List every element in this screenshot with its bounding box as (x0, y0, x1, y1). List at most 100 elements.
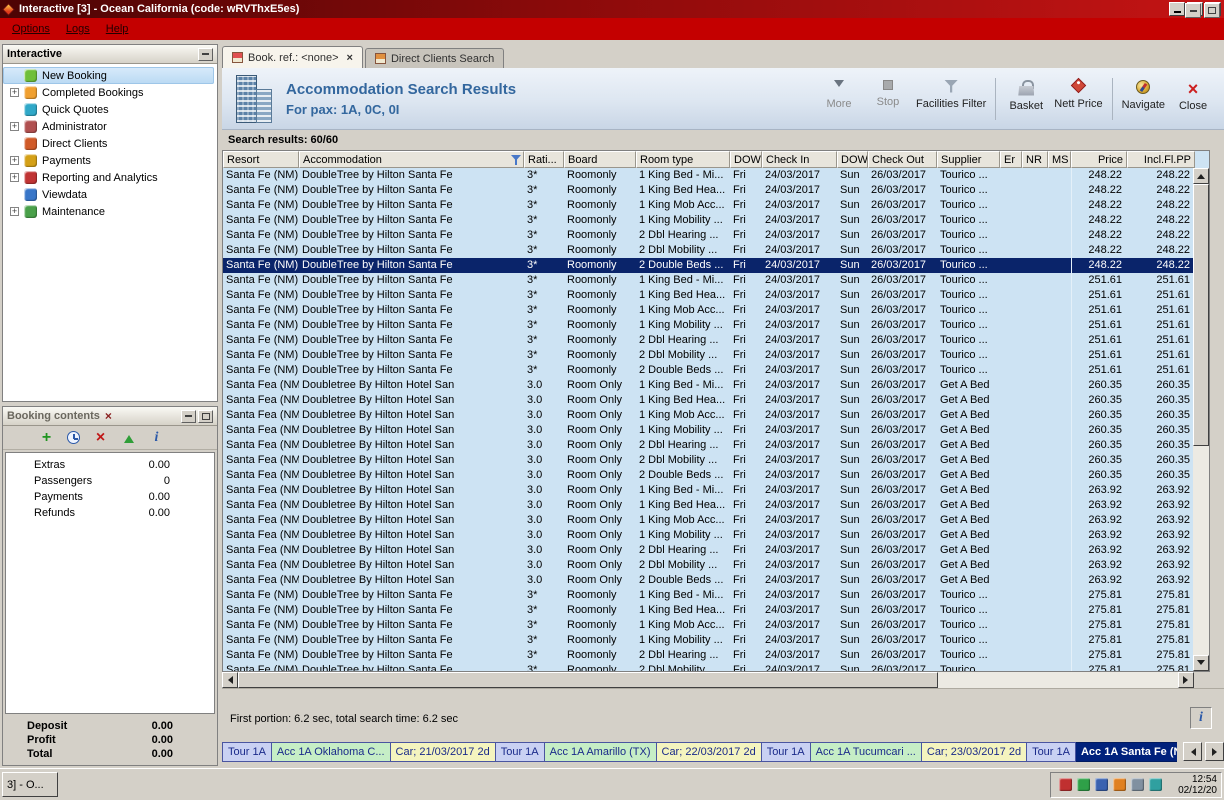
column-header-ms[interactable]: MS (1048, 151, 1071, 168)
column-header-supplier[interactable]: Supplier (937, 151, 1000, 168)
table-row[interactable]: Santa Fe (NM) DoubleTree by Hilton Santa … (223, 303, 1195, 318)
tray-orange-icon[interactable] (1113, 778, 1126, 791)
column-header-room-type[interactable]: Room type (636, 151, 730, 168)
journey-tab-tour-1a[interactable]: Tour 1A (222, 742, 272, 762)
tab-area-minimize-button[interactable] (1185, 3, 1201, 18)
menu-item-help[interactable]: Help (98, 20, 137, 38)
journey-tab-car-22-03-2017-2d[interactable]: Car; 22/03/2017 2d (656, 742, 762, 762)
journey-tab-acc-1a-tucumcari[interactable]: Acc 1A Tucumcari ... (810, 742, 922, 762)
journey-tab-acc-1a-amarillo-tx[interactable]: Acc 1A Amarillo (TX) (544, 742, 657, 762)
column-header-board[interactable]: Board (564, 151, 636, 168)
tray-green-icon[interactable] (1077, 778, 1090, 791)
table-row[interactable]: Santa Fe (NM) DoubleTree by Hilton Santa … (223, 618, 1195, 633)
booking-row-refunds[interactable]: Refunds 0.00 (6, 505, 214, 521)
table-row[interactable]: Santa Fea (NM) Doubletree By Hilton Hotel… (223, 468, 1195, 483)
table-row[interactable]: Santa Fea (NM) Doubletree By Hilton Hotel… (223, 543, 1195, 558)
tray-chart-icon[interactable] (1059, 778, 1072, 791)
add-icon[interactable] (39, 430, 54, 445)
transfer-icon[interactable] (121, 430, 136, 445)
table-row[interactable]: Santa Fe (NM) DoubleTree by Hilton Santa … (223, 348, 1195, 363)
delete-icon[interactable] (93, 430, 108, 445)
filter-funnel-icon[interactable] (511, 155, 521, 165)
table-row[interactable]: Santa Fe (NM) DoubleTree by Hilton Santa … (223, 168, 1195, 183)
column-header-accommodation[interactable]: Accommodation (299, 151, 524, 168)
booking-panel-minimize-button[interactable] (181, 409, 196, 423)
sidebar-item-quick-quotes[interactable]: Quick Quotes (3, 101, 214, 118)
table-row[interactable]: Santa Fea (NM) Doubletree By Hilton Hotel… (223, 573, 1195, 588)
tab-direct-clients-search[interactable]: Direct Clients Search (364, 48, 505, 68)
journey-tab-car-23-03-2017-2d[interactable]: Car; 23/03/2017 2d (921, 742, 1028, 762)
sidebar-item-maintenance[interactable]: + Maintenance (3, 203, 214, 220)
minimize-button[interactable] (1169, 2, 1185, 16)
table-row[interactable]: Santa Fe (NM) DoubleTree by Hilton Santa … (223, 228, 1195, 243)
close-button[interactable]: Close (1172, 76, 1214, 122)
table-row[interactable]: Santa Fea (NM) Doubletree By Hilton Hotel… (223, 378, 1195, 393)
table-row[interactable]: Santa Fe (NM) DoubleTree by Hilton Santa … (223, 243, 1195, 258)
table-row[interactable]: Santa Fe (NM) DoubleTree by Hilton Santa … (223, 633, 1195, 648)
column-header-rati[interactable]: Rati... (524, 151, 564, 168)
info-button[interactable] (1190, 707, 1212, 729)
table-row[interactable]: Santa Fea (NM) Doubletree By Hilton Hotel… (223, 453, 1195, 468)
taskbar-window-button[interactable]: 3] - O... (2, 772, 58, 797)
column-header-check-in[interactable]: Check In (762, 151, 837, 168)
column-header-dow[interactable]: DOW (837, 151, 868, 168)
table-row[interactable]: Santa Fe (NM) DoubleTree by Hilton Santa … (223, 258, 1195, 273)
table-row[interactable]: Santa Fea (NM) Doubletree By Hilton Hotel… (223, 483, 1195, 498)
journey-tab-car-21-03-2017-2d[interactable]: Car; 21/03/2017 2d (390, 742, 496, 762)
basket-button[interactable]: Basket (1005, 76, 1047, 122)
menu-item-options[interactable]: Options (4, 20, 58, 38)
navigate-button[interactable]: Navigate (1122, 76, 1165, 122)
journey-scroll-right-button[interactable] (1205, 742, 1224, 761)
tray-blue-icon[interactable] (1095, 778, 1108, 791)
table-row[interactable]: Santa Fe (NM) DoubleTree by Hilton Santa … (223, 363, 1195, 378)
vertical-scrollbar[interactable] (1193, 168, 1209, 671)
tab-book-ref-none[interactable]: Book. ref.: <none> × (222, 46, 363, 68)
tray-gray-icon[interactable] (1131, 778, 1144, 791)
journey-tab-tour-1a[interactable]: Tour 1A (1027, 742, 1076, 762)
sidebar-item-completed-bookings[interactable]: + Completed Bookings (3, 84, 214, 101)
sidebar-item-viewdata[interactable]: Viewdata (3, 186, 214, 203)
facilities-filter-button[interactable]: Facilities Filter (916, 76, 986, 122)
sidebar-item-new-booking[interactable]: New Booking (3, 67, 214, 84)
table-row[interactable]: Santa Fea (NM) Doubletree By Hilton Hotel… (223, 528, 1195, 543)
tab-close-icon[interactable]: × (347, 52, 353, 64)
info-icon[interactable] (149, 430, 164, 445)
menu-item-logs[interactable]: Logs (58, 20, 98, 38)
table-row[interactable]: Santa Fe (NM) DoubleTree by Hilton Santa … (223, 318, 1195, 333)
booking-panel-close-icon[interactable]: × (105, 410, 112, 422)
table-row[interactable]: Santa Fe (NM) DoubleTree by Hilton Santa … (223, 588, 1195, 603)
vertical-scroll-thumb[interactable] (1193, 184, 1209, 446)
journey-tab-tour-1a[interactable]: Tour 1A (495, 742, 545, 762)
scroll-left-button[interactable] (222, 672, 238, 688)
sidebar-item-payments[interactable]: + Payments (3, 152, 214, 169)
journey-scroll-left-button[interactable] (1183, 742, 1202, 761)
sidebar-item-direct-clients[interactable]: Direct Clients (3, 135, 214, 152)
expand-plus-icon[interactable]: + (10, 122, 19, 131)
table-row[interactable]: Santa Fe (NM) DoubleTree by Hilton Santa … (223, 663, 1195, 671)
table-row[interactable]: Santa Fea (NM) Doubletree By Hilton Hotel… (223, 558, 1195, 573)
scroll-right-button[interactable] (1178, 672, 1194, 688)
booking-panel-float-button[interactable] (198, 409, 213, 423)
history-icon[interactable] (67, 431, 80, 444)
expand-plus-icon[interactable]: + (10, 207, 19, 216)
expand-plus-icon[interactable]: + (10, 156, 19, 165)
horizontal-scroll-thumb[interactable] (238, 672, 938, 688)
booking-row-extras[interactable]: Extras 0.00 (6, 457, 214, 473)
tray-teal-icon[interactable] (1149, 778, 1162, 791)
column-header-incl-fl-pp[interactable]: Incl.Fl.PP (1127, 151, 1195, 168)
expand-plus-icon[interactable]: + (10, 88, 19, 97)
journey-tab-acc-1a-santa-fe-nm[interactable]: Acc 1A Santa Fe (NM) (1075, 742, 1177, 762)
column-header-er[interactable]: Er (1000, 151, 1022, 168)
booking-row-payments[interactable]: Payments 0.00 (6, 489, 214, 505)
expand-plus-icon[interactable]: + (10, 173, 19, 182)
table-row[interactable]: Santa Fea (NM) Doubletree By Hilton Hotel… (223, 498, 1195, 513)
nett-price-button[interactable]: Nett Price (1054, 76, 1103, 122)
table-row[interactable]: Santa Fe (NM) DoubleTree by Hilton Santa … (223, 648, 1195, 663)
table-row[interactable]: Santa Fe (NM) DoubleTree by Hilton Santa … (223, 183, 1195, 198)
booking-row-passengers[interactable]: Passengers 0 (6, 473, 214, 489)
journey-tab-tour-1a[interactable]: Tour 1A (761, 742, 811, 762)
column-header-check-out[interactable]: Check Out (868, 151, 937, 168)
column-header-price[interactable]: Price (1071, 151, 1127, 168)
sidebar-item-administrator[interactable]: + Administrator (3, 118, 214, 135)
column-header-dow[interactable]: DOW (730, 151, 762, 168)
